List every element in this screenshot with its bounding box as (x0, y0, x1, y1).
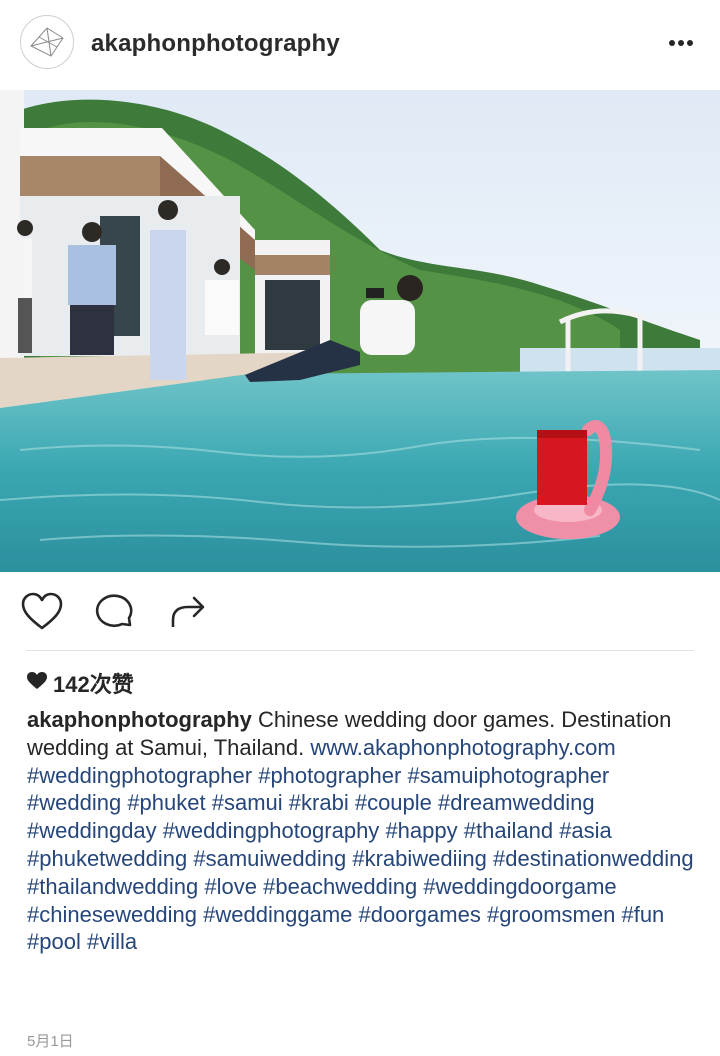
like-button[interactable] (20, 592, 64, 632)
logo-icon (22, 17, 72, 67)
comment-button[interactable] (94, 592, 138, 632)
hashtag-link[interactable]: #beachwedding (263, 874, 417, 899)
hashtag-link[interactable]: #villa (87, 929, 137, 954)
hashtag-link[interactable]: #samui (212, 790, 283, 815)
share-arrow-icon (171, 596, 205, 627)
hashtag-link[interactable]: #phuketwedding (27, 846, 187, 871)
hashtag-link[interactable]: #happy (385, 818, 457, 843)
divider (26, 650, 694, 651)
heart-filled-icon (27, 670, 47, 696)
hashtag-link[interactable]: #chinesewedding (27, 902, 197, 927)
heart-outline-icon (21, 592, 63, 630)
post-caption: akaphonphotography Chinese wedding door … (27, 706, 699, 956)
more-options-button[interactable] (668, 31, 694, 51)
wedding-pool-image (0, 90, 720, 572)
hashtag-link[interactable]: #wedding (27, 790, 121, 815)
post-date: 5月1日 (27, 1033, 74, 1050)
likes-count[interactable]: 142次赞 (27, 667, 134, 697)
hashtag-link[interactable]: #krabi (289, 790, 349, 815)
caption-link[interactable]: www.akaphonphotography.com (310, 735, 615, 760)
hashtag-link[interactable]: #samuiphotographer (407, 763, 609, 788)
hashtag-link[interactable]: #destinationwedding (493, 846, 694, 871)
hashtag-link[interactable]: #thailandwedding (27, 874, 198, 899)
action-bar (0, 574, 720, 650)
hashtag-link[interactable]: #krabiwediing (352, 846, 487, 871)
comment-bubble-icon (95, 594, 133, 627)
hashtag-link[interactable]: #weddingday (27, 818, 157, 843)
hashtag-link[interactable]: #weddingphotography (163, 818, 380, 843)
hashtag-link[interactable]: #phuket (127, 790, 205, 815)
hashtag-link[interactable]: #love (204, 874, 257, 899)
hashtag-link[interactable]: #thailand (464, 818, 553, 843)
hashtag-link[interactable]: #pool (27, 929, 81, 954)
hashtag-link[interactable]: #groomsmen (487, 902, 615, 927)
hashtag-link[interactable]: #photographer (258, 763, 401, 788)
caption-username[interactable]: akaphonphotography (27, 707, 252, 732)
hashtag-link[interactable]: #samuiwedding (193, 846, 346, 871)
avatar[interactable] (20, 15, 74, 69)
post-header: akaphonphotography (0, 0, 720, 88)
hashtag-link[interactable]: #weddingdoorgame (423, 874, 616, 899)
hashtag-link[interactable]: #asia (559, 818, 612, 843)
hashtag-link[interactable]: #dreamwedding (438, 790, 595, 815)
hashtag-link[interactable]: #couple (355, 790, 432, 815)
hashtag-link[interactable]: #weddinggame (203, 902, 352, 927)
share-button[interactable] (168, 592, 212, 632)
hashtag-link[interactable]: #weddingphotographer (27, 763, 252, 788)
header-username[interactable]: akaphonphotography (91, 30, 340, 58)
hashtag-link[interactable]: #doorgames (359, 902, 481, 927)
hashtag-link[interactable]: #fun (621, 902, 664, 927)
more-horizontal-icon (669, 40, 693, 46)
likes-text: 142次赞 (53, 672, 134, 697)
hashtag-list: #weddingphotographer #photographer #samu… (27, 763, 694, 955)
post-photo[interactable] (0, 90, 720, 572)
